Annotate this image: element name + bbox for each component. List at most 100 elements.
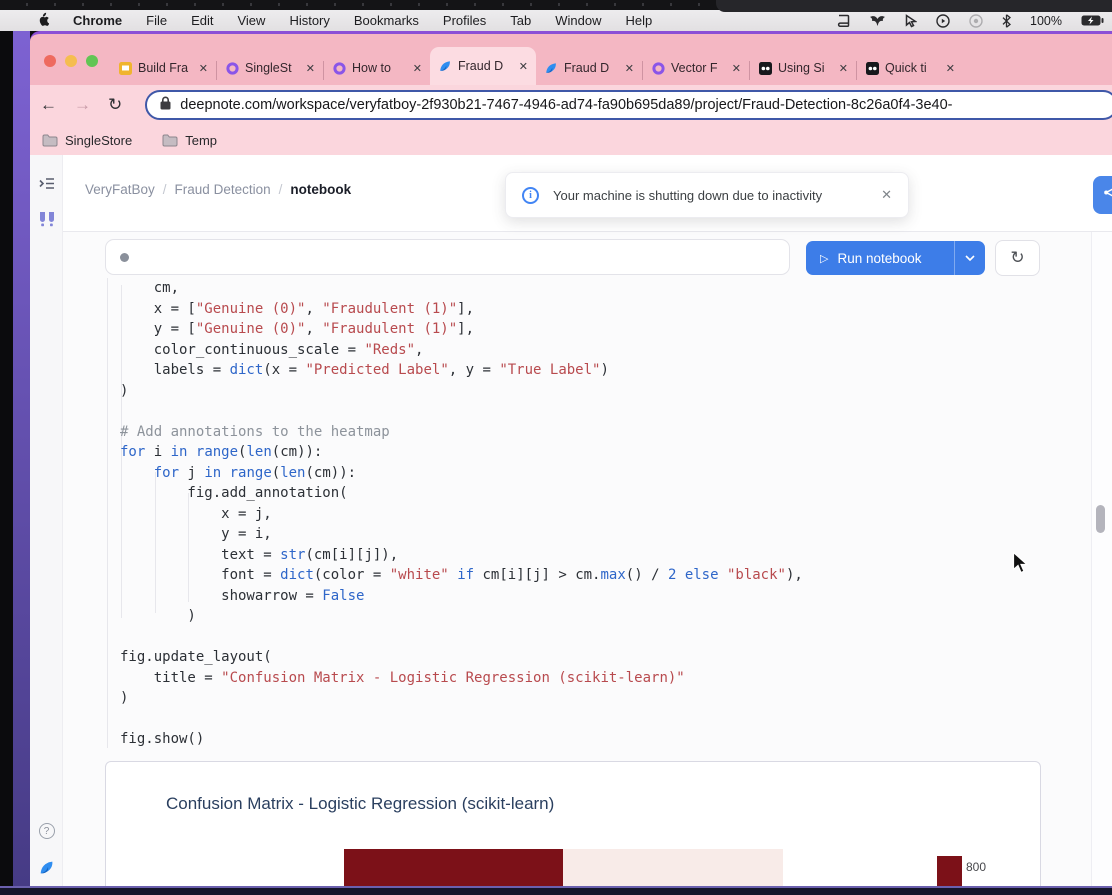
reload-button[interactable]: ↻: [108, 95, 122, 115]
scrollbar-track[interactable]: [1091, 232, 1112, 886]
play-icon: ▷: [820, 252, 828, 265]
scrollbar-thumb[interactable]: [1096, 505, 1105, 533]
code-line[interactable]: [120, 401, 803, 422]
code-line[interactable]: x = j,: [120, 504, 803, 525]
chevron-down-icon[interactable]: [955, 255, 985, 261]
browser-tab-1[interactable]: Build Fra ✕: [110, 51, 216, 85]
browser-toolbar: ← → ↻ deepnote.com/workspace/veryfatboy-…: [30, 85, 1112, 125]
browser-tab-4[interactable]: Fraud D✕: [430, 47, 536, 85]
code-line[interactable]: fig.update_layout(: [120, 647, 803, 668]
browser-tab-5[interactable]: Fraud D ✕: [536, 51, 642, 85]
deepnote-page: ? VeryFatBoy/Fraud Detection/notebook i …: [30, 155, 1112, 886]
tab-label: How to: [352, 61, 407, 75]
tab-close-icon[interactable]: ✕: [946, 62, 955, 75]
browser-tab-7[interactable]: Using Si✕: [750, 51, 856, 85]
breadcrumb-separator: /: [155, 182, 175, 197]
breadcrumb-project[interactable]: Fraud Detection: [175, 182, 271, 197]
code-line[interactable]: ): [120, 688, 803, 709]
toast-close-icon[interactable]: ✕: [881, 187, 892, 203]
favicon-page-yellow: [118, 61, 132, 75]
code-line[interactable]: showarrow = False: [120, 586, 803, 607]
menu-item-help[interactable]: Help: [626, 13, 653, 28]
apple-icon[interactable]: [36, 12, 49, 30]
menu-item-profiles[interactable]: Profiles: [443, 13, 486, 28]
tab-label: Fraud D: [564, 61, 619, 75]
wings-app-icon[interactable]: [869, 15, 886, 27]
code-line[interactable]: cm,: [120, 278, 803, 299]
menu-item-history[interactable]: History: [289, 13, 329, 28]
integrations-icon[interactable]: [30, 211, 63, 227]
breadcrumb-workspace[interactable]: VeryFatBoy: [85, 182, 155, 197]
share-button[interactable]: [1093, 176, 1112, 214]
favicon-deepnote: [544, 61, 558, 75]
zoom-window-button[interactable]: [86, 55, 98, 67]
tab-close-icon[interactable]: ✕: [839, 62, 848, 75]
code-line[interactable]: fig.add_annotation(: [120, 483, 803, 504]
code-line[interactable]: labels = dict(x = "Predicted Label", y =…: [120, 360, 803, 381]
minimize-window-button[interactable]: [65, 55, 77, 67]
code-line[interactable]: fig.show(): [120, 729, 803, 750]
browser-tab-2[interactable]: SingleSt ✕: [217, 51, 323, 85]
table-of-contents-icon[interactable]: [30, 177, 63, 190]
code-line[interactable]: for j in range(len(cm)):: [120, 463, 803, 484]
menubar-left: Chrome File Edit View History Bookmarks Profi…: [36, 12, 652, 30]
browser-tab-8[interactable]: Quick ti✕: [857, 51, 963, 85]
menu-item-file[interactable]: File: [146, 13, 167, 28]
tab-close-icon[interactable]: ✕: [306, 62, 315, 75]
refresh-icon: ↻: [1010, 248, 1024, 268]
deepnote-logo-icon[interactable]: [30, 859, 63, 876]
menu-item-chrome[interactable]: Chrome: [73, 13, 122, 28]
tab-close-icon[interactable]: ✕: [732, 62, 741, 75]
code-line[interactable]: [120, 709, 803, 730]
code-line[interactable]: text = str(cm[i][j]),: [120, 545, 803, 566]
tab-close-icon[interactable]: ✕: [519, 60, 528, 73]
menubar-status-icons: 100%: [837, 14, 1104, 28]
book-icon[interactable]: [837, 14, 850, 28]
tab-label: Build Fra: [138, 61, 193, 75]
cursor-status-icon[interactable]: [905, 14, 917, 28]
forward-button[interactable]: →: [74, 95, 91, 115]
prompt-bar[interactable]: [105, 239, 790, 275]
code-line[interactable]: font = dict(color = "white" if cm[i][j] …: [120, 565, 803, 586]
code-line[interactable]: y = ["Genuine (0)", "Fraudulent (1)"],: [120, 319, 803, 340]
menu-item-window[interactable]: Window: [555, 13, 601, 28]
tab-label: SingleSt: [245, 61, 300, 75]
battery-icon[interactable]: [1081, 15, 1104, 26]
top-right-overlay: [716, 0, 1112, 12]
favicon-video-dark: [865, 61, 879, 75]
back-button[interactable]: ←: [40, 95, 57, 115]
bluetooth-icon[interactable]: [1002, 14, 1011, 28]
tab-close-icon[interactable]: ✕: [199, 62, 208, 75]
favicon-purple-ring: [651, 61, 665, 75]
url-bar[interactable]: deepnote.com/workspace/veryfatboy-2f930b…: [145, 90, 1112, 120]
restart-machine-button[interactable]: ↻: [995, 240, 1040, 276]
browser-tab-6[interactable]: Vector F✕: [643, 51, 749, 85]
bookmark-temp[interactable]: Temp: [162, 133, 217, 148]
play-status-icon[interactable]: [936, 14, 950, 28]
browser-tab-3[interactable]: How to ✕: [324, 51, 430, 85]
menu-item-tab[interactable]: Tab: [510, 13, 531, 28]
menu-item-bookmarks[interactable]: Bookmarks: [354, 13, 419, 28]
tab-close-icon[interactable]: ✕: [413, 62, 422, 75]
menu-item-edit[interactable]: Edit: [191, 13, 213, 28]
code-line[interactable]: ): [120, 381, 803, 402]
close-window-button[interactable]: [44, 55, 56, 67]
code-line[interactable]: [120, 627, 803, 648]
help-icon[interactable]: ?: [30, 823, 63, 839]
code-line[interactable]: y = i,: [120, 524, 803, 545]
code-line[interactable]: for i in range(len(cm)):: [120, 442, 803, 463]
bookmark-singlestore[interactable]: SingleStore: [42, 133, 132, 148]
bookmark-label: Temp: [185, 133, 217, 148]
tab-close-icon[interactable]: ✕: [625, 62, 634, 75]
screen-mirroring-icon[interactable]: [969, 14, 983, 28]
menu-item-view[interactable]: View: [237, 13, 265, 28]
code-lines: cm, x = ["Genuine (0)", "Fraudulent (1)"…: [120, 278, 803, 750]
code-line[interactable]: color_continuous_scale = "Reds",: [120, 340, 803, 361]
code-line[interactable]: title = "Confusion Matrix - Logistic Reg…: [120, 668, 803, 689]
code-line[interactable]: ): [120, 606, 803, 627]
run-notebook-label: Run notebook: [837, 251, 921, 266]
code-line[interactable]: x = ["Genuine (0)", "Fraudulent (1)"],: [120, 299, 803, 320]
tabs: Build Fra✕SingleSt✕How to✕Fraud D✕Fraud …: [110, 47, 963, 85]
run-notebook-button[interactable]: ▷ Run notebook: [806, 241, 985, 275]
code-line[interactable]: # Add annotations to the heatmap: [120, 422, 803, 443]
